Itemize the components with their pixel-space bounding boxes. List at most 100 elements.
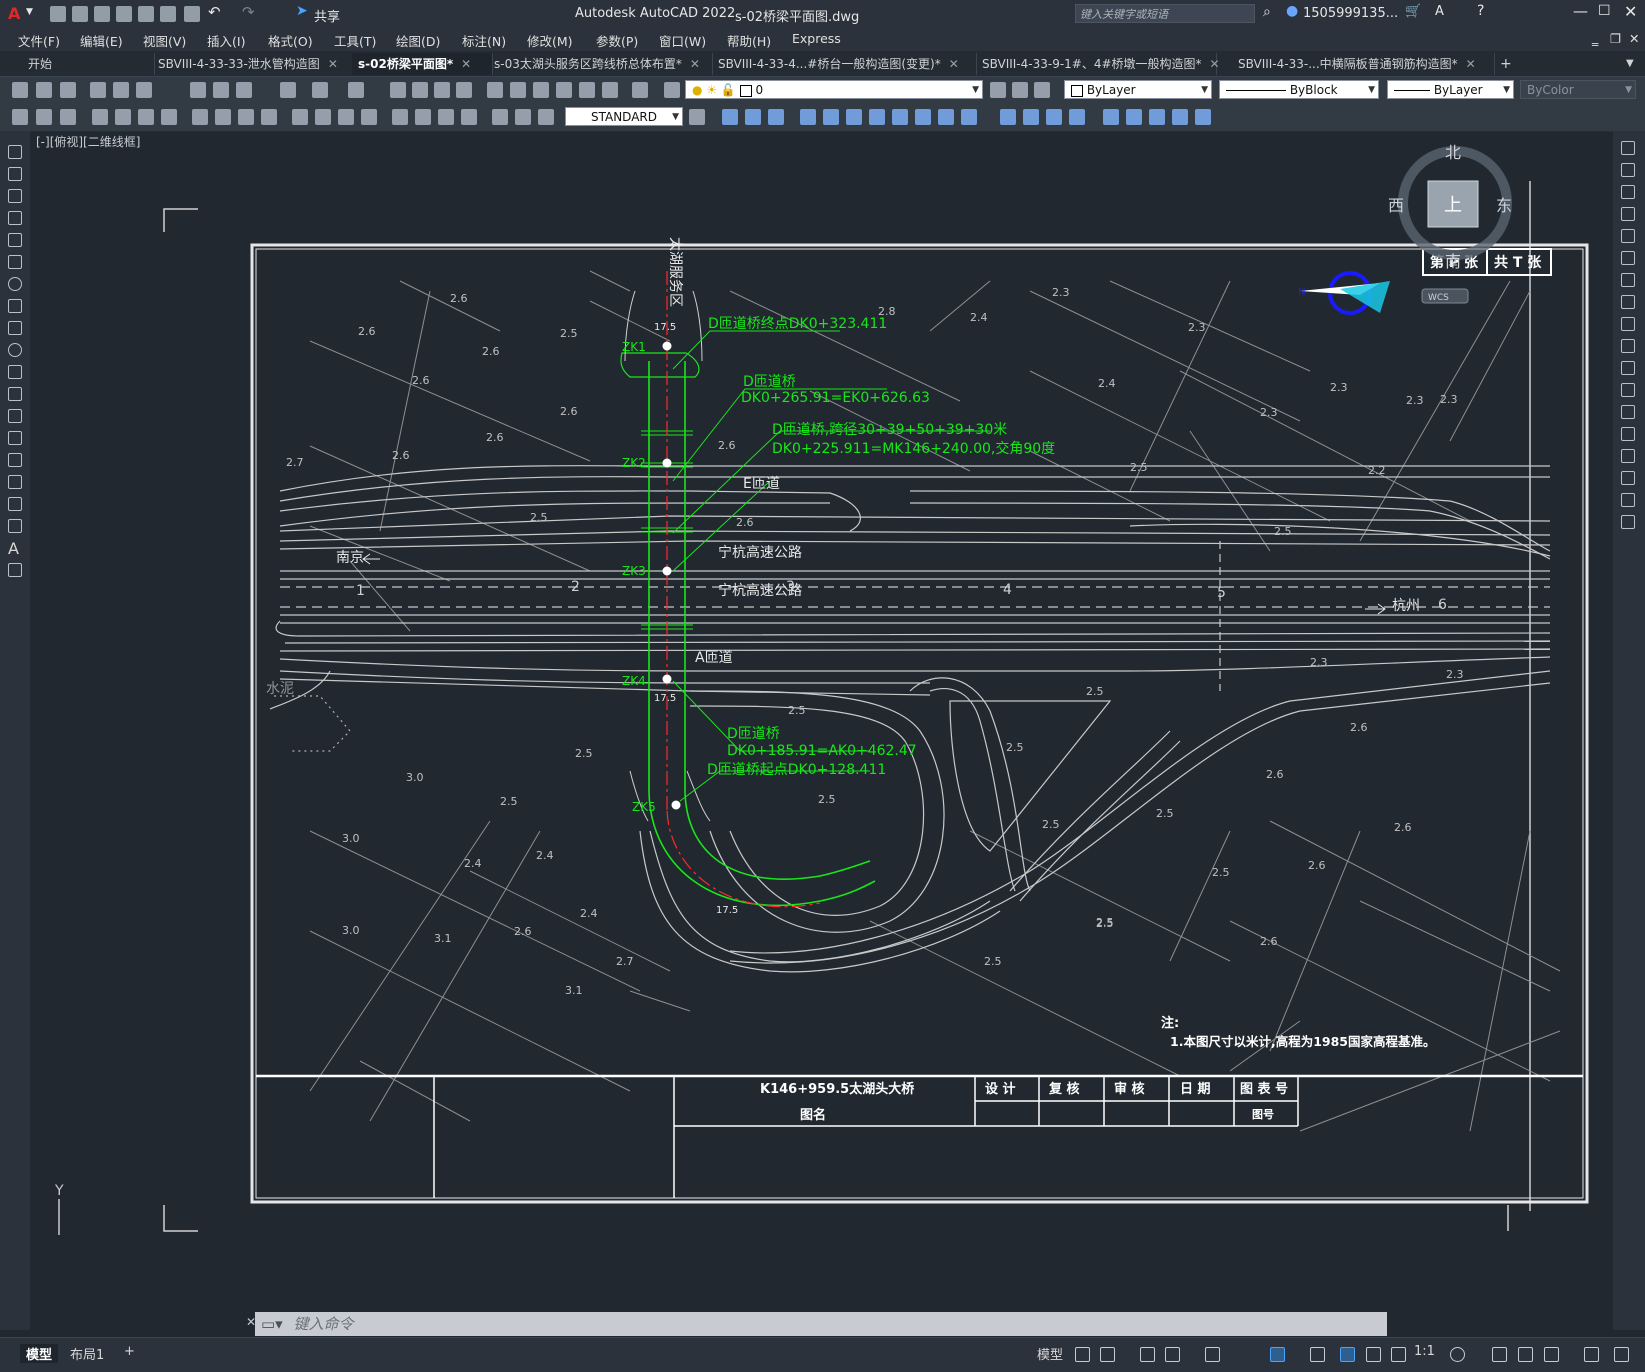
blend-icon[interactable] [1621,493,1635,507]
array-icon[interactable] [1621,229,1635,243]
add-layout-icon[interactable]: + [124,1344,135,1359]
share-icon[interactable]: ➤ [296,3,308,19]
menu-parameter[interactable]: 参数(P) [596,31,638,50]
modify-icon-17[interactable] [1126,109,1142,125]
view-cube-north[interactable]: 北 [1445,143,1461,162]
circle-icon[interactable] [8,277,22,291]
tolerance-icon[interactable] [392,109,408,125]
redo-icon[interactable]: ↷ [242,3,255,21]
view-cube-top[interactable]: 上 [1444,195,1462,216]
view-cube-west[interactable]: 西 [1388,196,1404,215]
modify-icon-15[interactable] [1069,109,1085,125]
view-cube-east[interactable]: 东 [1496,196,1512,215]
make-block-icon[interactable] [8,409,22,423]
rectangle-icon[interactable] [8,233,22,247]
dim-arc-icon[interactable] [138,109,154,125]
wcs-menu[interactable]: WCS [1428,293,1449,303]
ortho-icon[interactable] [1140,1347,1155,1362]
menu-modify[interactable]: 修改(M) [527,31,573,50]
mtext-icon[interactable]: A [8,539,19,558]
modify-icon-3[interactable] [768,109,784,125]
help-icon[interactable]: ? [1477,3,1484,19]
add-icon[interactable] [1492,1347,1507,1362]
annotation-visibility-icon[interactable] [1340,1347,1355,1362]
command-input[interactable]: ▭▾ 键入命令 [255,1312,1387,1336]
modify-icon-10[interactable] [938,109,954,125]
point-icon[interactable] [8,431,22,445]
modify-icon-7[interactable] [869,109,885,125]
minimize-icon[interactable]: — [1573,2,1588,20]
move-icon[interactable] [1621,251,1635,265]
menu-file[interactable]: 文件(F) [18,31,60,50]
insert-icon[interactable] [60,109,76,125]
polar-icon[interactable] [1165,1347,1180,1362]
tab-close-icon[interactable]: ✕ [690,57,700,71]
scale-value[interactable]: 1:1 [1414,1344,1435,1359]
linetype-dropdown[interactable]: ByBlock ▼ [1219,80,1379,99]
app-menu-button[interactable]: A [8,4,20,23]
dim-style-icon[interactable] [689,109,705,125]
sheetset-icon[interactable] [556,82,572,98]
tab-drawing-1[interactable]: SBVIII-4-33-33-泄水管构造图 ✕ [152,53,355,75]
dim-update-icon[interactable] [538,109,554,125]
paste-icon[interactable] [236,82,252,98]
publish-icon[interactable] [136,82,152,98]
chamfer-icon[interactable] [1621,449,1635,463]
modify-icon-2[interactable] [745,109,761,125]
autodesk-icon[interactable]: A [1435,4,1444,19]
match-prop-icon[interactable] [280,82,296,98]
undo-icon[interactable] [312,82,328,98]
osnap-icon[interactable] [1270,1347,1285,1362]
redo-icon[interactable] [348,82,364,98]
doc-close-icon[interactable]: ✕ [1629,31,1639,46]
break-icon[interactable] [1621,405,1635,419]
workspace-icon[interactable] [12,109,28,125]
modify-icon-11[interactable] [961,109,977,125]
modify-icon-13[interactable] [1023,109,1039,125]
view-cube-south[interactable]: 南 [1445,252,1461,271]
modify-icon-18[interactable] [1149,109,1165,125]
open-icon[interactable] [36,82,52,98]
snap-icon[interactable] [1100,1347,1115,1362]
annotation-scale-icon[interactable] [1391,1347,1406,1362]
mirror-icon[interactable] [1621,185,1635,199]
menu-help[interactable]: 帮助(H) [727,31,771,50]
center-mark-icon[interactable] [415,109,431,125]
tab-close-icon[interactable]: ✕ [1466,57,1476,71]
break-at-point-icon[interactable] [1621,383,1635,397]
menu-view[interactable]: 视图(V) [143,31,186,50]
quick-dim-icon[interactable] [292,109,308,125]
plot-icon[interactable] [90,82,106,98]
menu-insert[interactable]: 插入(I) [207,31,245,50]
close-icon[interactable]: ✕ [1624,2,1637,21]
dim-space-icon[interactable] [361,109,377,125]
block-icon[interactable] [36,109,52,125]
save-web-icon[interactable] [160,6,176,22]
explode-icon[interactable] [1621,515,1635,529]
design-center-icon[interactable] [510,82,526,98]
xline-icon[interactable] [8,167,22,181]
insert-block-icon[interactable] [8,387,22,401]
zoom-prev-icon[interactable] [456,82,472,98]
cart-icon[interactable]: 🛒 [1405,4,1421,19]
search-field[interactable]: 键入关键字或短语 [1075,4,1255,23]
dim-ordinate-icon[interactable] [161,109,177,125]
dim-angular-icon[interactable] [261,109,277,125]
layer-manager-icon[interactable] [664,82,680,98]
tab-layout1[interactable]: 布局1 [70,1344,104,1363]
dim-diameter-icon[interactable] [238,109,254,125]
layer-dropdown[interactable]: ● ☀ 🔓 0 ▼ [685,80,983,99]
menu-window[interactable]: 窗口(W) [659,31,706,50]
tab-close-icon[interactable]: ✕ [461,57,471,71]
settings-gear-icon[interactable] [1450,1347,1465,1362]
modify-icon-14[interactable] [1046,109,1062,125]
menu-draw[interactable]: 绘图(D) [396,31,440,50]
offset-icon[interactable] [1621,207,1635,221]
modify-icon-6[interactable] [846,109,862,125]
maximize-icon[interactable]: ☐ [1598,3,1611,19]
menu-express[interactable]: Express [792,31,841,46]
view-cube[interactable]: 上 北 南 西 东 WCS [1388,143,1512,304]
pan-icon[interactable] [390,82,406,98]
plot-icon[interactable] [184,6,200,22]
polygon-icon[interactable] [8,211,22,225]
